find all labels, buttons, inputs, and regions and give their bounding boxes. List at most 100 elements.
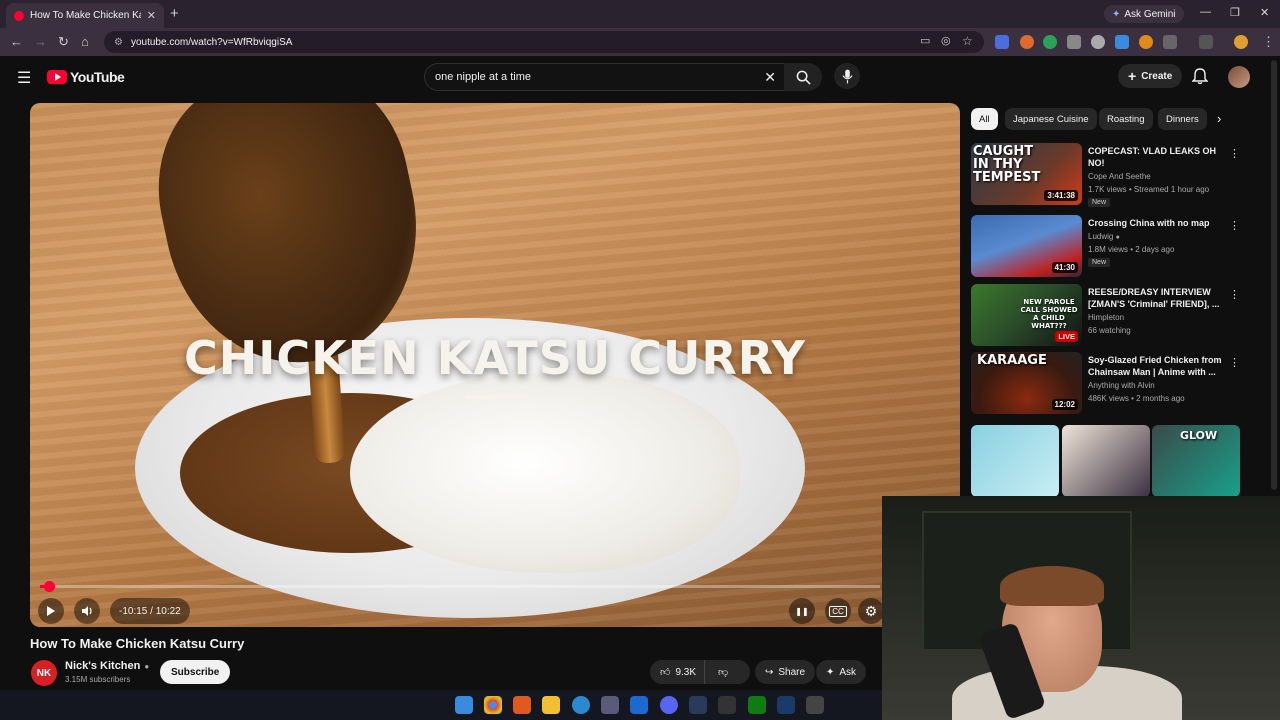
chips-next-chevron-icon[interactable]: ›	[1217, 111, 1221, 126]
short-thumbnail[interactable]: GLOW	[1152, 425, 1240, 497]
reload-icon[interactable]: ↻	[58, 34, 69, 50]
cast-icon[interactable]: ▭	[920, 34, 930, 47]
bookmark-star-icon[interactable]: ☆	[962, 34, 973, 48]
channel-name-text: Nick's Kitchen	[65, 660, 141, 672]
recommendation-item[interactable]: CAUGHT IN THY TEMPEST 3:41:38 COPECAST: …	[971, 143, 1246, 207]
back-icon[interactable]: ←	[10, 34, 23, 49]
short-thumbnail[interactable]	[1062, 425, 1150, 497]
pause-autoplay-icon: ❚❚	[795, 606, 809, 616]
search-icon	[796, 70, 811, 85]
autoplay-toggle[interactable]: ❚❚	[789, 598, 815, 624]
page-scrollbar[interactable]	[1271, 60, 1277, 490]
ask-gemini-button[interactable]: ✦ Ask Gemini	[1104, 5, 1184, 23]
video-progress-bar[interactable]	[40, 581, 880, 592]
youtube-logo[interactable]: YouTube	[47, 69, 125, 85]
share-button[interactable]: ↪ Share	[755, 660, 816, 684]
chrome-icon[interactable]	[484, 696, 502, 714]
more-options-icon[interactable]: ⋮	[1229, 288, 1240, 301]
store-icon[interactable]	[601, 696, 619, 714]
extension-icon[interactable]	[1067, 35, 1081, 49]
steam-icon[interactable]	[777, 696, 795, 714]
short-thumbnail[interactable]	[971, 425, 1059, 497]
profile-icon[interactable]	[1234, 35, 1248, 49]
forward-icon[interactable]: →	[34, 34, 47, 49]
ask-button[interactable]: ✦ Ask	[816, 660, 867, 684]
chip-all[interactable]: All	[971, 108, 998, 130]
search-input[interactable]: one nipple at a time ✕	[424, 63, 784, 91]
like-count: 9.3K	[675, 666, 697, 678]
hide-icon[interactable]: ◎	[941, 34, 951, 47]
recommendation-channel: Ludwig ●	[1088, 232, 1120, 241]
extension-icon[interactable]	[1043, 35, 1057, 49]
video-thumbnail[interactable]: CAUGHT IN THY TEMPEST 3:41:38	[971, 143, 1082, 205]
channel-avatar[interactable]: NK	[31, 660, 57, 686]
app-icon[interactable]	[806, 696, 824, 714]
volume-icon	[81, 606, 92, 616]
mail-icon[interactable]	[630, 696, 648, 714]
file-explorer-icon[interactable]	[542, 696, 560, 714]
xbox-icon[interactable]	[748, 696, 766, 714]
video-player[interactable]: CHICKEN KATSU CURRY -10:15 / 10:22 ❚❚ CC…	[30, 103, 960, 627]
captions-button[interactable]: CC	[825, 598, 851, 624]
mute-button[interactable]	[74, 598, 100, 624]
play-button[interactable]	[38, 598, 64, 624]
discord-icon[interactable]	[660, 696, 678, 714]
video-thumbnail[interactable]: 41:30	[971, 215, 1082, 277]
site-info-icon[interactable]: ⚙	[114, 37, 123, 48]
chip-roasting[interactable]: Roasting	[1099, 108, 1153, 130]
recommendation-item[interactable]: NEW PAROLE CALL SHOWED A CHILD WHAT??? L…	[971, 284, 1246, 346]
address-bar[interactable]: ⚙ youtube.com/watch?v=WfRbviqgiSA	[104, 31, 984, 53]
home-icon[interactable]: ⌂	[81, 34, 89, 49]
webcam-overlay	[882, 496, 1280, 720]
minimize-icon[interactable]: —	[1200, 6, 1211, 18]
recommendation-item[interactable]: KARAAGE 12:02 Soy-Glazed Fried Chicken f…	[971, 352, 1246, 414]
video-thumbnail[interactable]: NEW PAROLE CALL SHOWED A CHILD WHAT??? L…	[971, 284, 1082, 346]
user-avatar[interactable]	[1228, 66, 1250, 88]
gear-icon: ⚙	[864, 602, 878, 619]
more-options-icon[interactable]: ⋮	[1229, 147, 1240, 160]
create-button[interactable]: + Create	[1118, 64, 1183, 88]
close-tab-icon[interactable]: ✕	[147, 9, 156, 22]
settings-button[interactable]: ⚙	[858, 598, 884, 624]
brave-icon[interactable]	[513, 696, 531, 714]
restore-icon[interactable]: ❐	[1230, 6, 1240, 19]
duration-badge: 3:41:38	[1044, 190, 1078, 201]
extension-icon[interactable]	[1139, 35, 1153, 49]
search-button[interactable]	[784, 63, 822, 91]
short-thumbnail-text: GLOW	[1180, 429, 1218, 442]
hamburger-menu-icon[interactable]: ☰	[17, 68, 31, 88]
more-options-icon[interactable]: ⋮	[1229, 356, 1240, 369]
voice-search-button[interactable]	[834, 63, 860, 89]
recommendation-meta: 1.8M views • 2 days ago	[1088, 245, 1175, 254]
subscribe-button[interactable]: Subscribe	[160, 660, 231, 684]
gemini-icon: ✦	[1112, 8, 1121, 20]
app-icon[interactable]	[689, 696, 707, 714]
extension-icon[interactable]	[1091, 35, 1105, 49]
translate-extension-icon[interactable]	[995, 35, 1009, 49]
browser-menu-icon[interactable]: ⋮	[1262, 34, 1275, 50]
chip-dinners[interactable]: Dinners	[1158, 108, 1207, 130]
play-icon	[47, 606, 55, 616]
clear-search-icon[interactable]: ✕	[764, 69, 776, 86]
recommendation-title: Soy-Glazed Fried Chicken from Chainsaw M…	[1088, 355, 1222, 377]
browser-tab-strip: How To Make Chicken Katsu Cu ✕ + ✦ Ask G…	[0, 0, 1280, 28]
edge-icon[interactable]	[572, 696, 590, 714]
channel-name[interactable]: Nick's Kitchen ●	[65, 660, 149, 672]
like-button[interactable]: 👍︎ 9.3K	[650, 660, 706, 684]
notifications-bell-icon[interactable]	[1192, 68, 1208, 85]
recommendation-item[interactable]: 41:30 Crossing China with no map Ludwig …	[971, 215, 1246, 277]
epic-games-icon[interactable]	[718, 696, 736, 714]
browser-tab[interactable]: How To Make Chicken Katsu Cu ✕	[6, 3, 164, 28]
new-tab-icon[interactable]: +	[170, 5, 179, 22]
extensions-puzzle-icon[interactable]	[1163, 35, 1177, 49]
close-window-icon[interactable]: ✕	[1260, 6, 1269, 19]
windows-start-icon[interactable]	[455, 696, 473, 714]
side-panel-icon[interactable]	[1199, 35, 1213, 49]
more-options-icon[interactable]: ⋮	[1229, 219, 1240, 232]
recommendation-title: Crossing China with no map	[1088, 218, 1210, 228]
chip-japanese-cuisine[interactable]: Japanese Cuisine	[1005, 108, 1097, 130]
extension-icon[interactable]	[1020, 35, 1034, 49]
dislike-button[interactable]: 👎︎	[710, 666, 736, 678]
video-thumbnail[interactable]: KARAAGE 12:02	[971, 352, 1082, 414]
extension-icon[interactable]	[1115, 35, 1129, 49]
